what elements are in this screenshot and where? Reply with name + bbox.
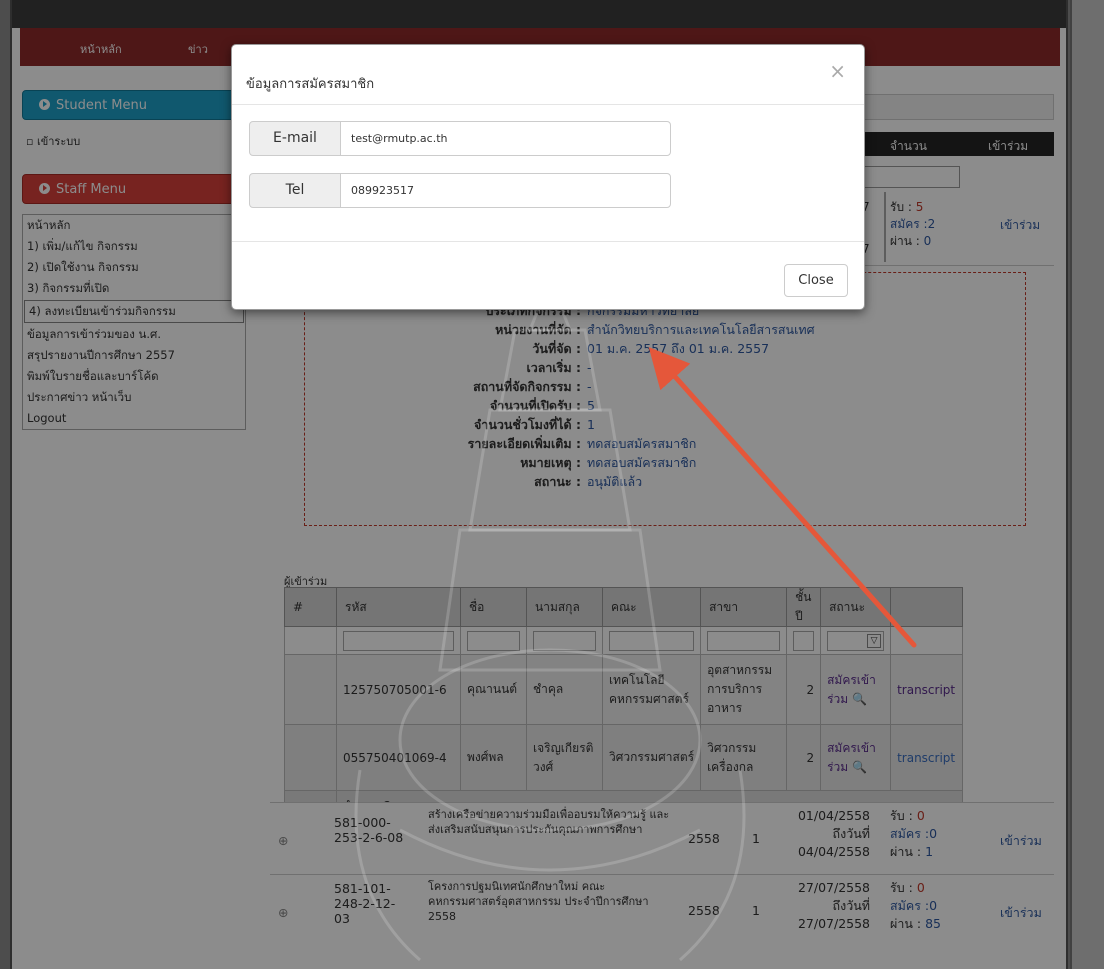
arrow-line <box>648 347 917 648</box>
annotation-arrow <box>648 347 917 648</box>
